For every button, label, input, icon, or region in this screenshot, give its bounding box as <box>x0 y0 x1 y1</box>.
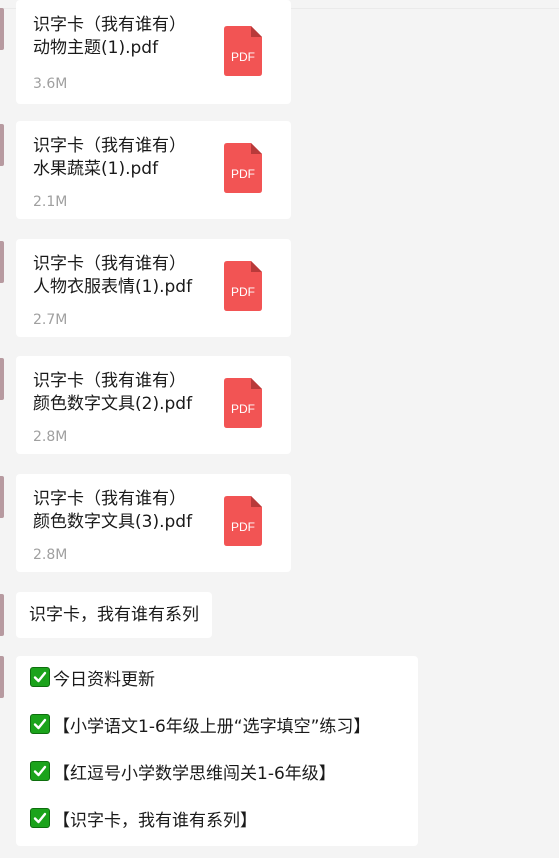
file-name-line1: 识字卡（我有谁有） <box>33 15 186 35</box>
file-name-line2: 水果蔬菜(1).pdf <box>33 159 159 179</box>
text-message-bubble[interactable]: 识字卡，我有谁有系列 <box>16 592 212 638</box>
pdf-icon: PDF <box>224 496 262 546</box>
sender-avatar[interactable] <box>0 124 4 166</box>
pdf-icon-label: PDF <box>231 50 255 64</box>
sender-avatar[interactable] <box>0 476 4 518</box>
list-item-text: 今日资料更新 <box>53 669 155 690</box>
pdf-icon: PDF <box>224 26 262 76</box>
sender-avatar[interactable] <box>0 594 4 636</box>
file-size: 2.8M <box>33 547 68 563</box>
pdf-icon-label: PDF <box>231 520 255 534</box>
pdf-icon: PDF <box>224 378 262 428</box>
check-mark-icon <box>30 808 50 828</box>
file-name: 识字卡（我有谁有） 颜色数字文具(3).pdf <box>33 488 208 534</box>
list-item-text: 【小学语文1-6年级上册“选字填空”练习】 <box>53 716 371 737</box>
file-size: 3.6M <box>33 76 68 92</box>
file-name-line1: 识字卡（我有谁有） <box>33 254 186 274</box>
pdf-icon-label: PDF <box>231 285 255 299</box>
file-message-card[interactable]: 识字卡（我有谁有） 人物衣服表情(1).pdf 2.7M PDF <box>16 239 291 337</box>
file-name-line2: 颜色数字文具(3).pdf <box>33 512 193 532</box>
list-item: 【红逗号小学数学思维闯关1-6年级】 <box>30 759 336 784</box>
check-mark-icon <box>30 714 50 734</box>
file-message-card[interactable]: 识字卡（我有谁有） 动物主题(1).pdf 3.6M PDF <box>16 0 291 104</box>
file-message-card[interactable]: 识字卡（我有谁有） 颜色数字文具(3).pdf 2.8M PDF <box>16 474 291 572</box>
file-name-line1: 识字卡（我有谁有） <box>33 489 186 509</box>
message-text: 识字卡，我有谁有系列 <box>29 605 199 625</box>
file-message-card[interactable]: 识字卡（我有谁有） 水果蔬菜(1).pdf 2.1M PDF <box>16 121 291 219</box>
sender-avatar[interactable] <box>0 8 4 50</box>
file-name: 识字卡（我有谁有） 水果蔬菜(1).pdf <box>33 135 208 181</box>
file-name-line1: 识字卡（我有谁有） <box>33 371 186 391</box>
file-name-line2: 动物主题(1).pdf <box>33 38 159 58</box>
sender-avatar[interactable] <box>0 656 4 698</box>
file-message-card[interactable]: 识字卡（我有谁有） 颜色数字文具(2).pdf 2.8M PDF <box>16 356 291 454</box>
sender-avatar[interactable] <box>0 241 4 283</box>
file-name-line2: 人物衣服表情(1).pdf <box>33 277 193 297</box>
list-item-text: 【识字卡，我有谁有系列】 <box>53 810 257 831</box>
list-item: 【识字卡，我有谁有系列】 <box>30 806 257 831</box>
pdf-icon-label: PDF <box>231 167 255 181</box>
file-size: 2.7M <box>33 312 68 328</box>
pdf-icon-label: PDF <box>231 402 255 416</box>
file-name-line1: 识字卡（我有谁有） <box>33 136 186 156</box>
check-mark-icon <box>30 667 50 687</box>
file-name-line2: 颜色数字文具(2).pdf <box>33 394 193 414</box>
pdf-icon: PDF <box>224 261 262 311</box>
list-item: 今日资料更新 <box>30 665 155 690</box>
file-size: 2.1M <box>33 194 68 210</box>
file-name: 识字卡（我有谁有） 动物主题(1).pdf <box>33 14 208 60</box>
pdf-icon: PDF <box>224 143 262 193</box>
sender-avatar[interactable] <box>0 358 4 400</box>
list-item-text: 【红逗号小学数学思维闯关1-6年级】 <box>53 763 336 784</box>
file-size: 2.8M <box>33 429 68 445</box>
checklist-message-bubble[interactable]: 今日资料更新 【小学语文1-6年级上册“选字填空”练习】 【红逗号小学数学思维闯… <box>16 656 418 846</box>
file-name: 识字卡（我有谁有） 颜色数字文具(2).pdf <box>33 370 208 416</box>
file-name: 识字卡（我有谁有） 人物衣服表情(1).pdf <box>33 253 208 299</box>
list-item: 【小学语文1-6年级上册“选字填空”练习】 <box>30 712 371 737</box>
check-mark-icon <box>30 761 50 781</box>
